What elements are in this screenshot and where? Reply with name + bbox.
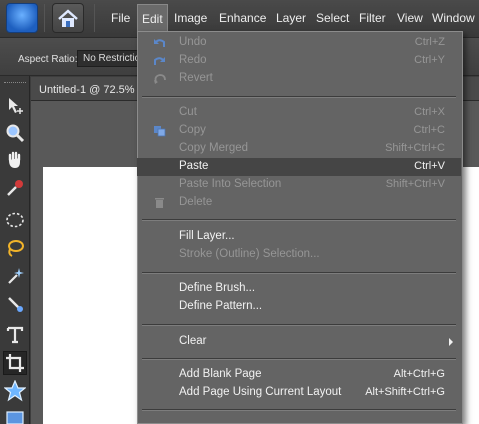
menu-item-stroke-selection[interactable]: Stroke (Outline) Selection...	[137, 246, 461, 264]
zoom-icon[interactable]	[3, 121, 27, 145]
menu-file[interactable]: File	[111, 11, 130, 25]
menu-filter[interactable]: Filter	[359, 11, 386, 25]
home-icon[interactable]	[52, 3, 84, 33]
redo-icon	[153, 55, 166, 67]
hand-icon[interactable]	[3, 148, 27, 172]
straighten-icon[interactable]	[3, 405, 27, 424]
menu-item-paste[interactable]: Paste Ctrl+V	[137, 158, 461, 176]
menu-separator	[142, 324, 456, 326]
type-icon[interactable]	[3, 323, 27, 347]
undo-icon	[153, 37, 166, 49]
menu-item-add-blank-page[interactable]: Add Blank Page Alt+Ctrl+G	[137, 366, 461, 384]
cookie-cutter-icon[interactable]	[3, 379, 27, 403]
menu-item-paste-into-selection[interactable]: Paste Into Selection Shift+Ctrl+V	[137, 176, 461, 194]
quick-selection-icon[interactable]	[3, 292, 27, 316]
revert-icon	[153, 73, 166, 85]
aspect-ratio-select[interactable]: No Restriction	[77, 50, 141, 67]
menu-item-revert[interactable]: Revert	[137, 70, 461, 88]
menu-item-copy[interactable]: Copy Ctrl+C	[137, 122, 461, 140]
menu-layer[interactable]: Layer	[276, 11, 306, 25]
menu-item-redo[interactable]: Redo Ctrl+Y	[137, 52, 461, 70]
menu-separator	[142, 96, 456, 98]
magic-wand-icon[interactable]	[3, 264, 27, 288]
toolbar-divider	[94, 4, 95, 32]
menu-item-delete[interactable]: Delete	[137, 194, 461, 212]
aspect-ratio-label: Aspect Ratio:	[18, 54, 78, 65]
toolbox-grip[interactable]	[4, 82, 26, 84]
trash-icon	[153, 197, 166, 209]
submenu-arrow-icon	[449, 338, 453, 346]
menu-separator	[142, 219, 456, 221]
menu-item-copy-merged[interactable]: Copy Merged Shift+Ctrl+C	[137, 140, 461, 158]
move-icon[interactable]	[3, 94, 27, 118]
lasso-icon[interactable]	[3, 236, 27, 260]
marquee-icon[interactable]	[3, 208, 27, 232]
menu-item-undo[interactable]: Undo Ctrl+Z	[137, 34, 461, 52]
document-title: Untitled-1 @ 72.5%	[39, 84, 135, 96]
menu-separator	[142, 272, 456, 274]
menu-item-cut[interactable]: Cut Ctrl+X	[137, 104, 461, 122]
menu-item-fill-layer[interactable]: Fill Layer...	[137, 228, 461, 246]
menu-edit[interactable]: Edit	[137, 4, 168, 34]
toolbar-divider	[44, 4, 45, 32]
menu-separator	[142, 358, 456, 360]
menu-item-define-pattern[interactable]: Define Pattern...	[137, 298, 461, 316]
menu-item-define-brush[interactable]: Define Brush...	[137, 280, 461, 298]
menu-image[interactable]: Image	[174, 11, 207, 25]
menu-separator	[142, 409, 456, 411]
menu-window[interactable]: Window	[432, 11, 475, 25]
camera-icon[interactable]	[6, 3, 38, 33]
menu-view[interactable]: View	[397, 11, 423, 25]
eyedropper-icon[interactable]	[3, 176, 27, 200]
menu-enhance[interactable]: Enhance	[219, 11, 266, 25]
menu-select[interactable]: Select	[316, 11, 349, 25]
menu-item-clear[interactable]: Clear	[137, 333, 461, 351]
copy-icon	[153, 125, 166, 137]
menu-item-add-page-current-layout[interactable]: Add Page Using Current Layout Alt+Shift+…	[137, 384, 461, 402]
crop-icon[interactable]	[3, 351, 27, 375]
